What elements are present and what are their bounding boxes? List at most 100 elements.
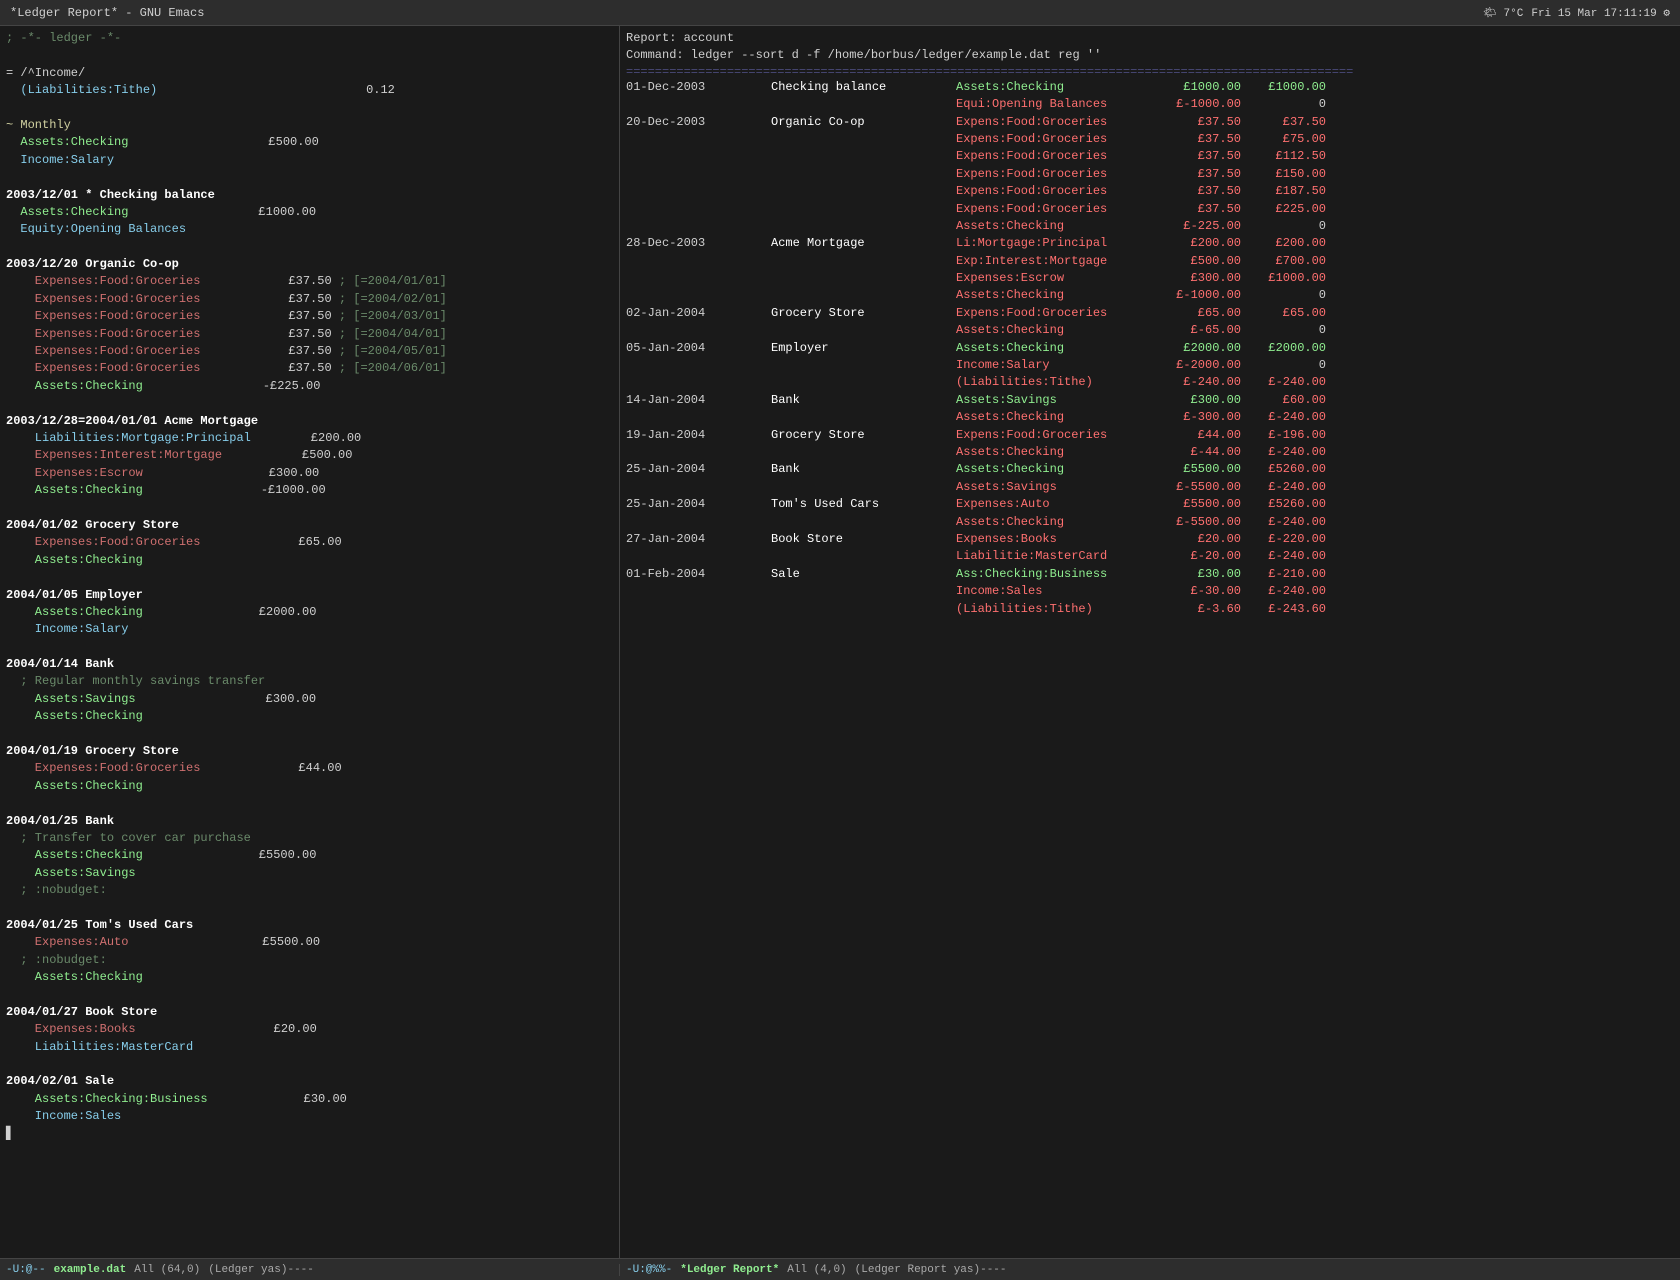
entry-bookstore: 2004/01/27 Book Store bbox=[6, 1004, 613, 1021]
report-row: Exp:Interest:Mortgage £500.00 £700.00 bbox=[626, 253, 1674, 270]
entry-20031220: 2003/12/20 Organic Co-op bbox=[6, 256, 613, 273]
report-row: Income:Salary £-2000.00 0 bbox=[626, 357, 1674, 374]
groceries-3: Expenses:Food:Groceries£37.50 ; [=2004/0… bbox=[6, 308, 613, 325]
main-container: ; -*- ledger -*- = /^Income/ (Liabilitie… bbox=[0, 26, 1680, 1258]
tithe-entry: (Liabilities:Tithe) 0.12 bbox=[6, 82, 613, 99]
income-sales: Income:Sales bbox=[6, 1108, 613, 1125]
report-row: Expens:Food:Groceries £37.50 £75.00 bbox=[626, 131, 1674, 148]
right-pane-report: Report: account Command: ledger --sort d… bbox=[620, 26, 1680, 1258]
checking-2000: Assets:Checking£2000.00 bbox=[6, 604, 613, 621]
report-row: (Liabilities:Tithe) £-3.60 £-243.60 bbox=[626, 601, 1674, 618]
mode-right: (Ledger Report yas)---- bbox=[855, 1264, 1007, 1276]
mortgage-principal: Liabilities:Mortgage:Principal£200.00 bbox=[6, 430, 613, 447]
report-row: 27-Jan-2004 Book Store Expenses:Books £2… bbox=[626, 531, 1674, 548]
blank-line8 bbox=[6, 639, 613, 656]
checking-5500: Assets:Checking£5500.00 bbox=[6, 847, 613, 864]
interest-mortgage: Expenses:Interest:Mortgage£500.00 bbox=[6, 447, 613, 464]
groceries-4: Expenses:Food:Groceries£37.50 ; [=2004/0… bbox=[6, 326, 613, 343]
blank-line11 bbox=[6, 900, 613, 917]
report-row: Expens:Food:Groceries £37.50 £150.00 bbox=[626, 166, 1674, 183]
nobudget-1: ; :nobudget: bbox=[6, 882, 613, 899]
report-title: Report: account bbox=[626, 30, 1674, 47]
income-salary-monthly: Income:Salary bbox=[6, 152, 613, 169]
blank-line6 bbox=[6, 500, 613, 517]
status-left: -U:@-- example.dat All (64,0) (Ledger ya… bbox=[0, 1264, 620, 1276]
income-salary: Income:Salary bbox=[6, 621, 613, 638]
checking-auto: Assets:Checking bbox=[6, 969, 613, 986]
blank-line5 bbox=[6, 395, 613, 412]
checking-savings: Assets:Checking bbox=[6, 708, 613, 725]
groceries-5: Expenses:Food:Groceries£37.50 ; [=2004/0… bbox=[6, 343, 613, 360]
equity-opening: Equity:Opening Balances bbox=[6, 221, 613, 238]
auto-5500: Expenses:Auto£5500.00 bbox=[6, 934, 613, 951]
report-row: Expens:Food:Groceries £37.50 £187.50 bbox=[626, 183, 1674, 200]
entry-20031201: 2003/12/01 * Checking balance bbox=[6, 187, 613, 204]
blank-line bbox=[6, 47, 613, 64]
report-row: 25-Jan-2004 Tom's Used Cars Expenses:Aut… bbox=[626, 496, 1674, 513]
checking-1000: Assets:Checking-£1000.00 bbox=[6, 482, 613, 499]
comment-line: ; -*- ledger -*- bbox=[6, 30, 613, 47]
entry-sale: 2004/02/01 Sale bbox=[6, 1073, 613, 1090]
heading-income: = /^Income/ bbox=[6, 65, 613, 82]
savings-300: Assets:Savings£300.00 bbox=[6, 691, 613, 708]
filename-right: *Ledger Report* bbox=[680, 1264, 779, 1276]
mastercard: Liabilities:MasterCard bbox=[6, 1039, 613, 1056]
datetime-display: Fri 15 Mar 17:11:19 ⚙ bbox=[1531, 6, 1670, 20]
blank-line7 bbox=[6, 569, 613, 586]
checking-groceries: Assets:Checking bbox=[6, 778, 613, 795]
report-row: Assets:Checking £-300.00 £-240.00 bbox=[626, 409, 1674, 426]
status-bar: -U:@-- example.dat All (64,0) (Ledger ya… bbox=[0, 1258, 1680, 1280]
report-row: Assets:Checking £-5500.00 £-240.00 bbox=[626, 514, 1674, 531]
report-row: 14-Jan-2004 Bank Assets:Savings £300.00 … bbox=[626, 392, 1674, 409]
title-bar: *Ledger Report* - GNU Emacs 🌤 7°C Fri 15… bbox=[0, 0, 1680, 26]
entry-cars: 2004/01/25 Tom's Used Cars bbox=[6, 917, 613, 934]
nobudget-2: ; :nobudget: bbox=[6, 952, 613, 969]
groceries-65: Expenses:Food:Groceries£65.00 bbox=[6, 534, 613, 551]
checking-225: Assets:Checking-£225.00 bbox=[6, 378, 613, 395]
window-title: *Ledger Report* - GNU Emacs bbox=[10, 6, 204, 20]
report-row: 02-Jan-2004 Grocery Store Expens:Food:Gr… bbox=[626, 305, 1674, 322]
entry-employer: 2004/01/05 Employer bbox=[6, 587, 613, 604]
report-row: 01-Feb-2004 Sale Ass:Checking:Business £… bbox=[626, 566, 1674, 583]
mode-left: (Ledger yas)---- bbox=[208, 1264, 314, 1276]
blank-line9 bbox=[6, 726, 613, 743]
entry-grocery-0102: 2004/01/02 Grocery Store bbox=[6, 517, 613, 534]
blank-line2 bbox=[6, 100, 613, 117]
status-mode-right: -U:@%%- bbox=[626, 1264, 672, 1276]
escrow: Expenses:Escrow£300.00 bbox=[6, 465, 613, 482]
report-row: Assets:Checking £-65.00 0 bbox=[626, 322, 1674, 339]
report-row: 05-Jan-2004 Employer Assets:Checking £20… bbox=[626, 340, 1674, 357]
position-right: All (4,0) bbox=[787, 1264, 846, 1276]
status-right: -U:@%%- *Ledger Report* All (4,0) (Ledge… bbox=[620, 1264, 1680, 1276]
report-row: Assets:Checking £-225.00 0 bbox=[626, 218, 1674, 235]
monthly-heading: ~ Monthly bbox=[6, 117, 613, 134]
filename-left: example.dat bbox=[54, 1264, 127, 1276]
report-row: Expenses:Escrow £300.00 £1000.00 bbox=[626, 270, 1674, 287]
report-row: Equi:Opening Balances £-1000.00 0 bbox=[626, 96, 1674, 113]
blank-line13 bbox=[6, 1056, 613, 1073]
report-separator: ========================================… bbox=[626, 65, 1674, 79]
books-20: Expenses:Books£20.00 bbox=[6, 1021, 613, 1038]
report-row: Assets:Checking £-44.00 £-240.00 bbox=[626, 444, 1674, 461]
system-tray: 🌤 7°C Fri 15 Mar 17:11:19 ⚙ bbox=[1483, 6, 1670, 20]
checking-business-30: Assets:Checking:Business£30.00 bbox=[6, 1091, 613, 1108]
savings-comment: ; Regular monthly savings transfer bbox=[6, 673, 613, 690]
report-command: Command: ledger --sort d -f /home/borbus… bbox=[626, 47, 1674, 64]
entry-mortgage: 2003/12/28=2004/01/01 Acme Mortgage bbox=[6, 413, 613, 430]
report-row: Income:Sales £-30.00 £-240.00 bbox=[626, 583, 1674, 600]
report-row: 01-Dec-2003 Checking balance Assets:Chec… bbox=[626, 79, 1674, 96]
blank-line10 bbox=[6, 795, 613, 812]
left-pane-editor[interactable]: ; -*- ledger -*- = /^Income/ (Liabilitie… bbox=[0, 26, 620, 1258]
report-row: 28-Dec-2003 Acme Mortgage Li:Mortgage:Pr… bbox=[626, 235, 1674, 252]
report-row: (Liabilities:Tithe) £-240.00 £-240.00 bbox=[626, 374, 1674, 391]
report-row: Assets:Checking £-1000.00 0 bbox=[626, 287, 1674, 304]
report-row: Liabilitie:MasterCard £-20.00 £-240.00 bbox=[626, 548, 1674, 565]
status-mode-left: -U:@-- bbox=[6, 1264, 46, 1276]
entry-bank-0114: 2004/01/14 Bank bbox=[6, 656, 613, 673]
report-row: 20-Dec-2003 Organic Co-op Expens:Food:Gr… bbox=[626, 114, 1674, 131]
report-row: 19-Jan-2004 Grocery Store Expens:Food:Gr… bbox=[626, 427, 1674, 444]
position-left: All (64,0) bbox=[134, 1264, 200, 1276]
checking-grocery: Assets:Checking bbox=[6, 552, 613, 569]
blank-line4 bbox=[6, 239, 613, 256]
report-row: 25-Jan-2004 Bank Assets:Checking £5500.0… bbox=[626, 461, 1674, 478]
